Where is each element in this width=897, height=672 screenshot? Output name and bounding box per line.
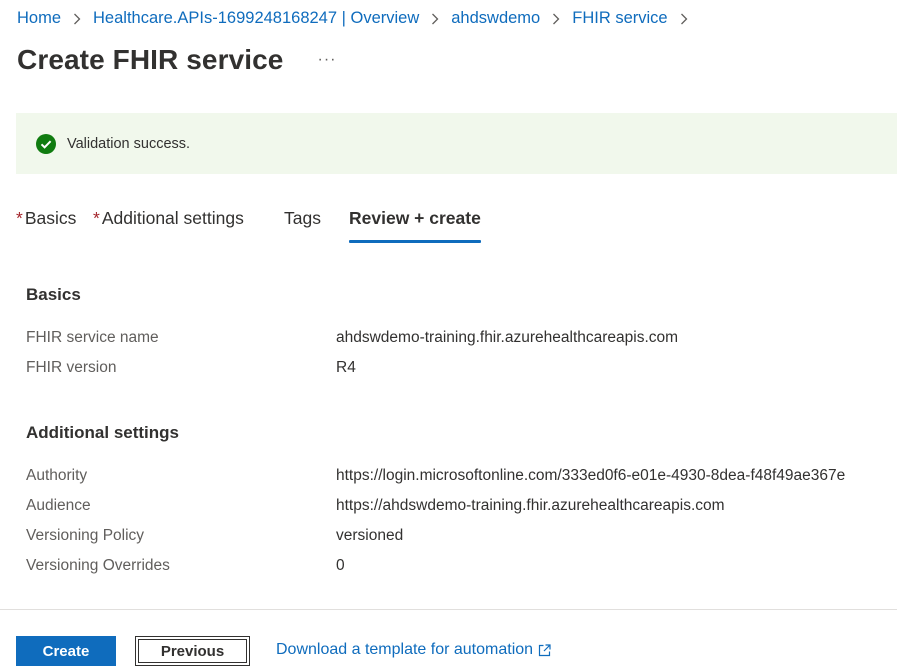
chevron-right-icon (73, 13, 81, 25)
chevron-right-icon (680, 13, 688, 25)
create-button[interactable]: Create (16, 636, 116, 666)
tab-label: Additional settings (101, 208, 244, 228)
label-fhir-version: FHIR version (26, 359, 117, 376)
breadcrumb-home[interactable]: Home (17, 9, 61, 28)
tab-label: Review + create (349, 208, 481, 228)
required-marker: * (93, 208, 100, 228)
label-versioning-policy: Versioning Policy (26, 527, 145, 544)
value-audience: https://ahdswdemo-training.fhir.azurehea… (336, 497, 725, 514)
page-title: Create FHIR service (17, 44, 284, 75)
required-marker: * (16, 208, 23, 228)
value-versioning-policy: versioned (336, 527, 404, 544)
tab-label: Basics (24, 208, 77, 228)
tab-additional-settings[interactable]: * Additional settings (93, 208, 244, 229)
breadcrumb-workspace[interactable]: ahdswdemo (451, 9, 540, 28)
section-title-basics: Basics (26, 285, 81, 304)
more-options-icon[interactable]: ··· (317, 51, 336, 69)
value-versioning-overrides: 0 (336, 557, 345, 574)
tab-basics[interactable]: * Basics (16, 208, 76, 229)
page-header: Create FHIR service ··· (17, 44, 336, 76)
label-fhir-service-name: FHIR service name (26, 329, 159, 346)
label-audience: Audience (26, 497, 91, 514)
tab-review-create[interactable]: Review + create (349, 208, 481, 243)
validation-message: Validation success. (67, 135, 191, 152)
breadcrumb: Home Healthcare.APIs-1699248168247 | Ove… (17, 9, 700, 28)
label-versioning-overrides: Versioning Overrides (26, 557, 170, 574)
download-template-link[interactable]: Download a template for automation (276, 641, 551, 659)
value-authority: https://login.microsoftonline.com/333ed0… (336, 467, 846, 484)
breadcrumb-overview[interactable]: Healthcare.APIs-1699248168247 | Overview (93, 9, 419, 28)
chevron-right-icon (552, 13, 560, 25)
download-template-label: Download a template for automation (276, 641, 534, 658)
tab-tags[interactable]: Tags (284, 208, 321, 229)
chevron-right-icon (431, 13, 439, 25)
tab-label: Tags (284, 208, 321, 228)
validation-banner: Validation success. (16, 113, 897, 174)
previous-button[interactable]: Previous (135, 636, 250, 666)
footer-divider (0, 609, 897, 610)
value-fhir-version: R4 (336, 359, 356, 376)
breadcrumb-fhir-service[interactable]: FHIR service (572, 9, 667, 28)
open-in-new-icon (538, 643, 551, 656)
checkmark-circle-icon (36, 133, 56, 154)
label-authority: Authority (26, 467, 88, 484)
value-fhir-service-name: ahdswdemo-training.fhir.azurehealthcarea… (336, 329, 679, 346)
section-title-additional-settings: Additional settings (26, 423, 179, 442)
